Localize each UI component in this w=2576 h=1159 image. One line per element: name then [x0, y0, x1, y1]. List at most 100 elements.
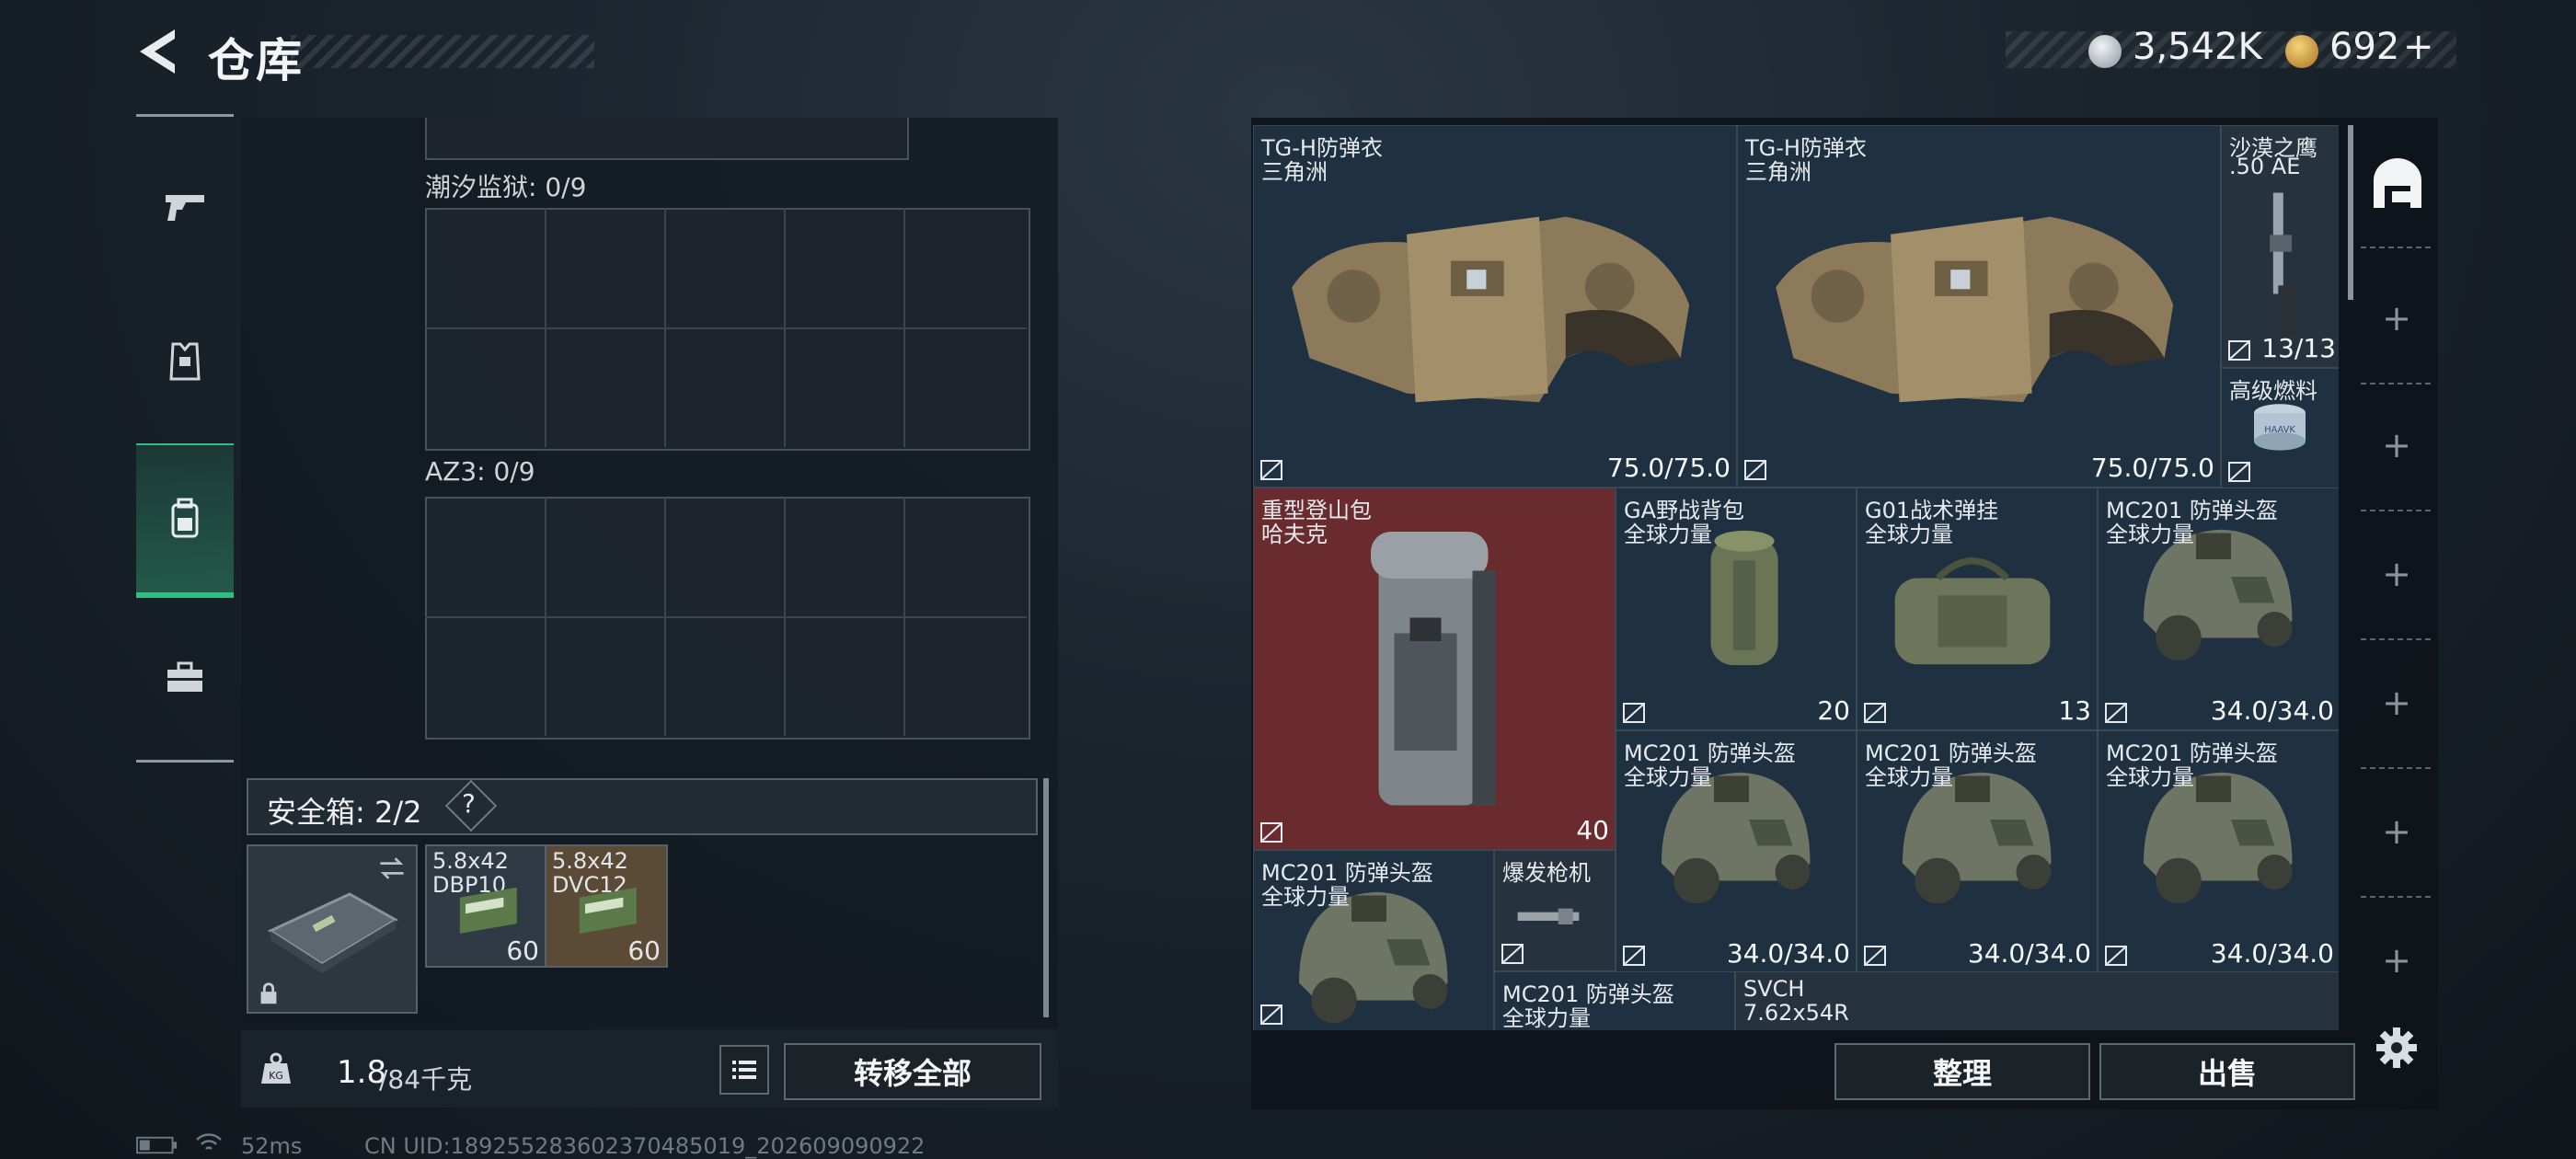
inventory-item-mc2[interactable]: MC201 防弹头盔 全球力量 34.0/34.0 — [1616, 730, 1857, 973]
inventory-item-g01[interactable]: G01战术弹挂 全球力量 13 — [1857, 488, 2098, 730]
add-slot-button[interactable]: + — [2361, 298, 2432, 339]
no-trade-icon — [2228, 340, 2250, 361]
title-stripe — [291, 35, 594, 68]
no-trade-icon — [1744, 460, 1766, 480]
item-image — [1292, 216, 1690, 403]
inventory-item-burst[interactable]: 爆发枪机 — [1494, 850, 1616, 971]
ammo-count: 60 — [627, 935, 661, 966]
nav-armor[interactable] — [136, 311, 234, 412]
inventory-item-mc5[interactable]: MC201 防弹头盔 全球力量 — [1253, 850, 1494, 1030]
battery-icon — [136, 1136, 178, 1154]
slot-divider — [2361, 247, 2432, 248]
wifi-icon — [196, 1133, 222, 1150]
ammo-name: 5.8x42 — [432, 848, 509, 874]
ping-text: 52ms — [241, 1133, 303, 1159]
gear-icon[interactable] — [2374, 1025, 2420, 1071]
inventory-item-fuel[interactable]: HAAVK 高级燃料 — [2221, 368, 2339, 489]
inventory-item-svch[interactable]: SVCH 7.62x54R — [1735, 971, 2339, 1030]
add-slot-button[interactable]: + — [2361, 940, 2432, 981]
no-trade-icon — [2105, 703, 2127, 723]
no-trade-icon — [2228, 462, 2250, 482]
nav-weapons[interactable] — [136, 155, 234, 256]
add-slot-button[interactable]: + — [2361, 554, 2432, 594]
svg-text:HAAVK: HAAVK — [2264, 425, 2295, 435]
armor-vest-icon — [169, 342, 201, 381]
no-trade-icon — [1623, 946, 1645, 966]
item-name: SVCH — [1743, 976, 1805, 1002]
item-name: 高级燃料 — [2229, 378, 2317, 404]
item-source: 全球力量 — [1865, 764, 1953, 790]
item-source: 全球力量 — [1865, 522, 1953, 547]
uid-text: CN UID:18925528360237048​5019_2026090909… — [364, 1133, 926, 1159]
item-value: 13 — [2058, 695, 2091, 726]
transfer-all-button[interactable]: 转移全部 — [784, 1043, 1041, 1100]
no-trade-icon — [1864, 703, 1886, 723]
add-slot-button[interactable]: + — [2361, 425, 2432, 465]
toolbox-icon — [167, 661, 202, 692]
ammo-box-icon — [459, 887, 517, 935]
item-source: 哈夫克 — [1261, 522, 1328, 547]
nav-toolbox[interactable] — [136, 627, 234, 729]
sell-button[interactable]: 出售 — [2099, 1043, 2355, 1100]
kg-weight-icon: KG — [261, 1052, 291, 1084]
item-image — [1776, 216, 2174, 403]
item-value: 34.0/34.0 — [1726, 938, 1850, 969]
list-view-button[interactable] — [719, 1045, 769, 1095]
slot-divider — [2361, 767, 2432, 769]
inventory-item-deagle[interactable]: 沙漠之鹰 .50 AE 13/13 — [2221, 125, 2339, 368]
page-title: 仓库 — [208, 34, 304, 87]
item-source: 三角洲 — [1745, 159, 1811, 185]
slot-divider — [2361, 638, 2432, 640]
equipment-side-column: + + + + + + — [2361, 125, 2432, 1027]
container-label-tidal-prison: 潮汐监狱: 0/9 — [425, 172, 587, 202]
item-image: HAAVK — [2254, 404, 2306, 451]
item-image — [1371, 532, 1496, 806]
container-grid-az3[interactable] — [425, 497, 1030, 740]
weight-max: /84千克 — [379, 1064, 473, 1095]
svg-text:KG: KG — [269, 1070, 283, 1082]
safe-box-slot[interactable] — [247, 844, 418, 1014]
gold-coin-icon — [2285, 35, 2318, 68]
nav-backpack[interactable] — [136, 443, 234, 598]
container-label-az3: AZ3: 0/9 — [425, 456, 535, 487]
inventory-item-tgh2[interactable]: TG-H防弹衣 三角洲 75.0/75.0 — [1737, 125, 2221, 488]
ammo-name: 5.8x42 — [552, 848, 628, 874]
add-slot-button[interactable]: + — [2361, 683, 2432, 723]
back-arrow-icon[interactable] — [134, 26, 180, 77]
no-trade-icon — [1623, 703, 1645, 723]
grid-line — [425, 327, 1027, 329]
add-currency-button[interactable]: + — [2403, 26, 2434, 68]
item-image — [2270, 192, 2297, 337]
backpack-icon — [171, 498, 199, 538]
item-value: 20 — [1817, 695, 1850, 726]
item-source: 全球力量 — [1261, 884, 1350, 910]
add-slot-button[interactable]: + — [2361, 811, 2432, 852]
inventory-scrollbar[interactable] — [2348, 125, 2353, 300]
swap-icon[interactable] — [375, 852, 408, 885]
container-grid-tidal-prison[interactable] — [425, 208, 1030, 451]
item-value: 34.0/34.0 — [1967, 938, 2091, 969]
item-source: 7.62x54R — [1743, 1000, 1849, 1026]
sort-button[interactable]: 整理 — [1834, 1043, 2090, 1100]
inventory-item-mc4[interactable]: MC201 防弹头盔 全球力量 34.0/34.0 — [2098, 730, 2339, 973]
inventory-item-mc3[interactable]: MC201 防弹头盔 全球力量 34.0/34.0 — [1857, 730, 2098, 973]
inventory-item-hiking[interactable]: 重型登山包 哈夫克 40 — [1253, 488, 1616, 850]
item-source: 全球力量 — [2106, 764, 2194, 790]
inventory-item-tgh1[interactable]: TG-H防弹衣 三角洲 75.0/75.0 — [1253, 125, 1737, 488]
inventory-item-mc6[interactable]: MC201 防弹头盔 全球力量 — [1494, 971, 1735, 1030]
safe-item-ammo-dvc12[interactable]: 5.8x42 DVC12 60 — [545, 844, 668, 968]
item-source: 全球力量 — [2106, 522, 2194, 547]
no-trade-icon — [1260, 460, 1282, 480]
equipment-slot-icon[interactable] — [2370, 156, 2425, 212]
safe-item-ammo-dbp10[interactable]: 5.8x42 DBP10 60 — [425, 844, 546, 968]
gold-currency-value: 692 — [2329, 26, 2400, 68]
inventory-item-ga[interactable]: GA野战背包 全球力量 20 — [1616, 488, 1857, 730]
nav-divider-top — [136, 114, 234, 117]
item-value: 75.0/75.0 — [2090, 453, 2214, 483]
no-trade-icon — [1260, 1004, 1282, 1025]
item-value: 40 — [1576, 815, 1609, 845]
inventory-item-mc1[interactable]: MC201 防弹头盔 全球力量 34.0/34.0 — [2098, 488, 2339, 730]
item-source: 全球力量 — [1502, 1005, 1591, 1030]
item-value: 75.0/75.0 — [1606, 453, 1731, 483]
stash-scrollbar[interactable] — [1043, 778, 1049, 1017]
